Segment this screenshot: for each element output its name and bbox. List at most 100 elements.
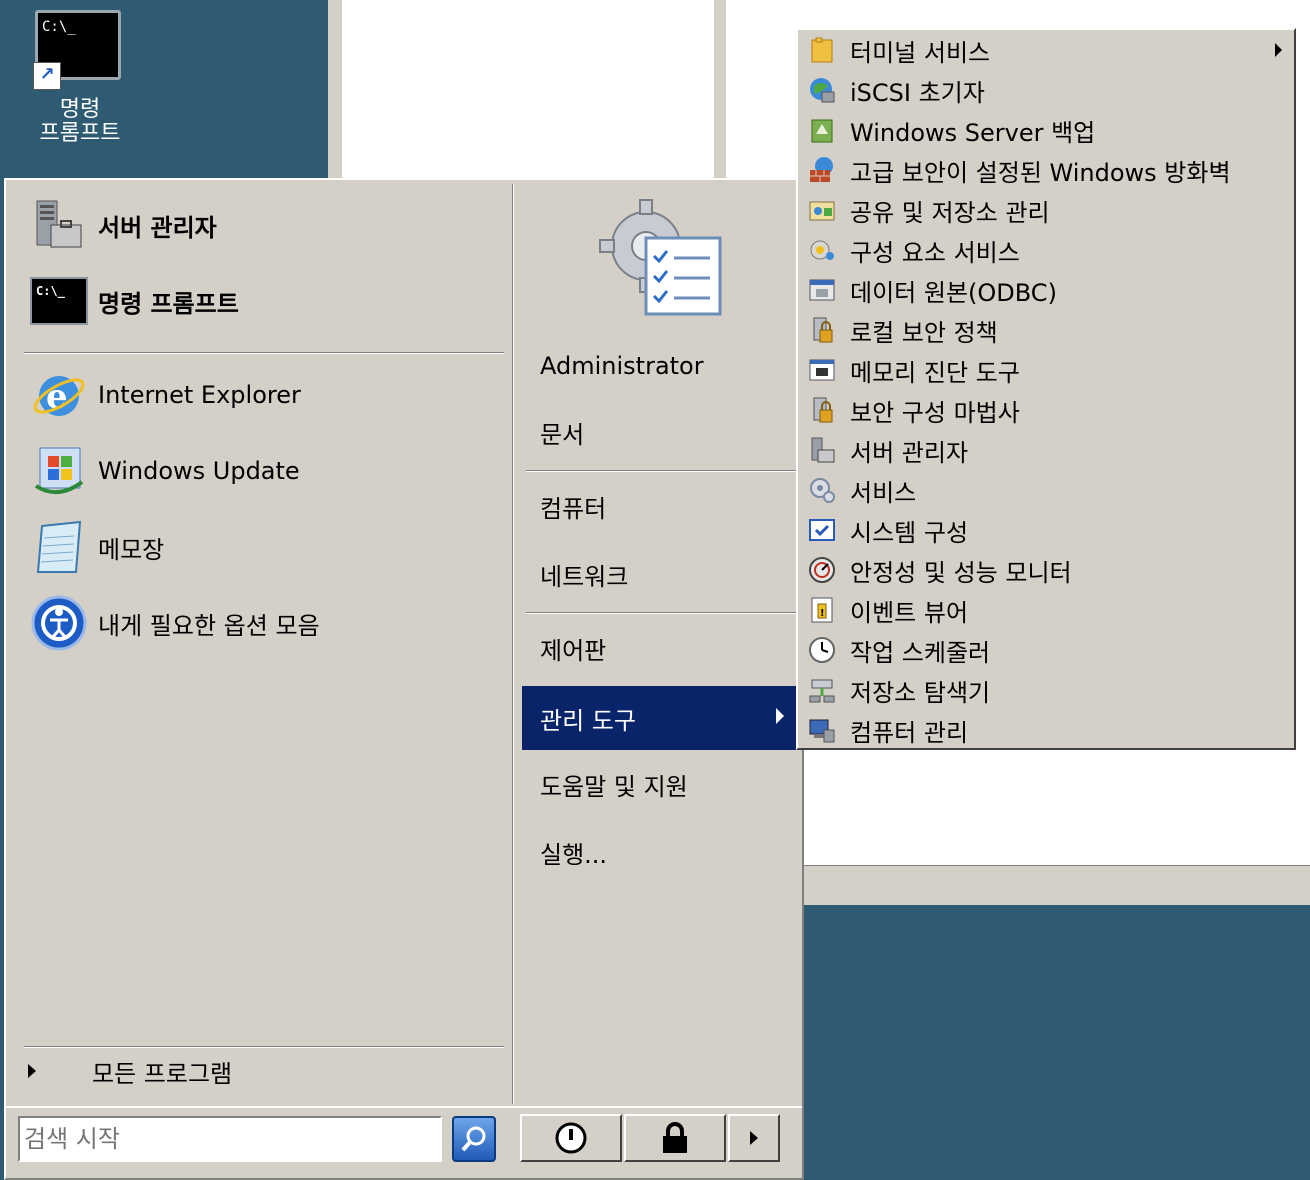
- storage-explorer-icon: [800, 670, 844, 710]
- menu-item-component-services[interactable]: 구성 요소 서비스: [798, 230, 1294, 270]
- recent-item-label: 내게 필요한 옵션 모음: [98, 611, 320, 640]
- menu-item-storage-explorer[interactable]: 저장소 탐색기: [798, 670, 1294, 710]
- pinned-item-label: 서버 관리자: [98, 213, 217, 242]
- right-item-label: Administrator: [540, 352, 704, 380]
- right-item-run[interactable]: 실행...: [522, 820, 800, 884]
- menu-item-perf-monitor[interactable]: 안정성 및 성능 모니터: [798, 550, 1294, 590]
- desktop-icon-label-line2: 프롬프트: [39, 121, 121, 146]
- start-menu-right-pane: Administrator 문서 컴퓨터 네트워크 제어판 관리 도구 도움말 …: [522, 180, 802, 1100]
- pinned-item-command-prompt[interactable]: C:\_ 명령 프롬프트: [26, 268, 496, 334]
- shutdown-button[interactable]: [520, 1114, 622, 1162]
- menu-item-server-backup[interactable]: Windows Server 백업: [798, 110, 1294, 150]
- menu-item-label: 안정성 및 성능 모니터: [850, 558, 1072, 587]
- backup-icon: [800, 110, 844, 150]
- desktop-icon-command-prompt[interactable]: C:\_ ↗ 명령 프롬프트: [20, 6, 140, 156]
- right-item-control-panel[interactable]: 제어판: [522, 616, 800, 680]
- right-item-network[interactable]: 네트워크: [522, 542, 800, 606]
- right-item-admin-tools[interactable]: 관리 도구: [522, 686, 800, 750]
- ease-of-access-icon: [26, 590, 92, 656]
- menu-item-label: 이벤트 뷰어: [850, 598, 969, 627]
- start-menu-bottom-bar: [6, 1106, 802, 1178]
- admin-tools-submenu: 터미널 서비스 iSCSI 초기자 Windows Server 백업 고급 보…: [796, 28, 1296, 750]
- internet-explorer-icon: e: [26, 362, 92, 428]
- background-window-1: [342, 0, 714, 180]
- start-menu: 서버 관리자 C:\_ 명령 프롬프트 e Internet Explorer …: [4, 178, 804, 1180]
- menu-item-computer-management[interactable]: 컴퓨터 관리: [798, 710, 1294, 750]
- menu-item-label: 로컬 보안 정책: [850, 318, 998, 347]
- svg-text:C:\_: C:\_: [36, 284, 66, 299]
- menu-item-firewall[interactable]: 고급 보안이 설정된 Windows 방화벽: [798, 150, 1294, 190]
- pane-divider: [512, 184, 514, 1104]
- menu-item-security-wizard[interactable]: 보안 구성 마법사: [798, 390, 1294, 430]
- menu-item-label: 시스템 구성: [850, 518, 969, 547]
- firewall-icon: [800, 150, 844, 190]
- lock-button[interactable]: [624, 1114, 726, 1162]
- recent-item-label: Windows Update: [98, 457, 300, 485]
- arrow-right-icon: [28, 1064, 36, 1078]
- server-manager-icon: [26, 192, 92, 258]
- share-storage-icon: [800, 190, 844, 230]
- component-services-icon: [800, 230, 844, 270]
- separator: [526, 470, 800, 472]
- menu-item-label: 컴퓨터 관리: [850, 718, 969, 747]
- recent-item-ease-of-access[interactable]: 내게 필요한 옵션 모음: [26, 590, 496, 656]
- right-item-label: 문서: [540, 420, 585, 449]
- search-icon: [461, 1126, 486, 1152]
- shutdown-options-button[interactable]: [728, 1114, 780, 1162]
- right-item-label: 실행...: [540, 840, 608, 869]
- menu-item-local-security-policy[interactable]: 로컬 보안 정책: [798, 310, 1294, 350]
- menu-item-system-config[interactable]: 시스템 구성: [798, 510, 1294, 550]
- recent-item-label: Internet Explorer: [98, 381, 301, 409]
- odbc-icon: [800, 270, 844, 310]
- all-programs-button[interactable]: 모든 프로그램: [18, 1046, 498, 1096]
- separator: [24, 352, 504, 354]
- right-item-label: 관리 도구: [540, 706, 636, 735]
- menu-item-task-scheduler[interactable]: 작업 스케줄러: [798, 630, 1294, 670]
- pinned-item-server-manager[interactable]: 서버 관리자: [26, 192, 496, 258]
- background-window-statusbar: [800, 865, 1310, 905]
- menu-item-label: 터미널 서비스: [850, 38, 991, 67]
- search-button[interactable]: [452, 1116, 496, 1162]
- menu-item-terminal-services[interactable]: 터미널 서비스: [798, 30, 1294, 70]
- background-window-frame-1: [328, 0, 342, 180]
- security-policy-icon: [800, 310, 844, 350]
- menu-item-label: 서버 관리자: [850, 438, 969, 467]
- menu-item-label: 구성 요소 서비스: [850, 238, 1020, 267]
- right-item-label: 제어판: [540, 636, 607, 665]
- menu-item-services[interactable]: 서비스: [798, 470, 1294, 510]
- menu-item-label: Windows Server 백업: [850, 118, 1096, 147]
- right-item-help-support[interactable]: 도움말 및 지원: [522, 752, 800, 816]
- submenu-arrow-icon: [1275, 43, 1282, 57]
- menu-item-label: 공유 및 저장소 관리: [850, 198, 1050, 227]
- menu-item-share-storage[interactable]: 공유 및 저장소 관리: [798, 190, 1294, 230]
- right-item-label: 네트워크: [540, 562, 629, 591]
- menu-item-label: 보안 구성 마법사: [850, 398, 1020, 427]
- recent-item-notepad[interactable]: 메모장: [26, 514, 496, 580]
- right-item-label: 도움말 및 지원: [540, 772, 688, 801]
- shortcut-arrow-icon: ↗: [33, 62, 61, 90]
- right-item-computer[interactable]: 컴퓨터: [522, 474, 800, 538]
- recent-item-windows-update[interactable]: Windows Update: [26, 438, 496, 504]
- menu-item-label: 저장소 탐색기: [850, 678, 991, 707]
- recent-item-internet-explorer[interactable]: e Internet Explorer: [26, 362, 496, 428]
- menu-item-odbc[interactable]: 데이터 원본(ODBC): [798, 270, 1294, 310]
- event-viewer-icon: !: [800, 590, 844, 630]
- menu-item-memory-diagnostic[interactable]: 메모리 진단 도구: [798, 350, 1294, 390]
- security-wizard-icon: [800, 390, 844, 430]
- search-input[interactable]: [18, 1116, 442, 1162]
- desktop-icon-label-line1: 명령: [59, 97, 101, 122]
- iscsi-icon: [800, 70, 844, 110]
- windows-update-icon: [26, 438, 92, 504]
- system-config-icon: [800, 510, 844, 550]
- menu-item-server-manager[interactable]: 서버 관리자: [798, 430, 1294, 470]
- lock-icon: [663, 1122, 687, 1153]
- right-item-documents[interactable]: 문서: [522, 400, 800, 464]
- background-window-frame-2: [714, 0, 726, 180]
- menu-item-label: 고급 보안이 설정된 Windows 방화벽: [850, 158, 1231, 187]
- menu-item-event-viewer[interactable]: ! 이벤트 뷰어: [798, 590, 1294, 630]
- right-item-administrator[interactable]: Administrator: [522, 334, 800, 398]
- power-icon: [555, 1122, 587, 1154]
- menu-item-label: iSCSI 초기자: [850, 78, 985, 107]
- right-item-label: 컴퓨터: [540, 494, 607, 523]
- menu-item-iscsi[interactable]: iSCSI 초기자: [798, 70, 1294, 110]
